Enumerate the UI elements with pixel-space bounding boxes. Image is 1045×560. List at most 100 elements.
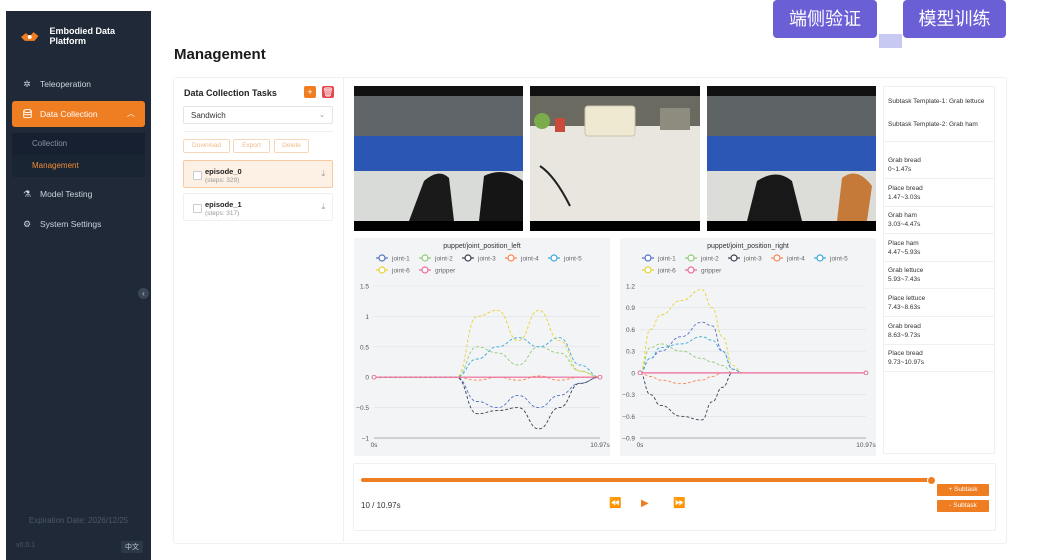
data-point	[863, 370, 869, 376]
delete-task-button[interactable]: 🗑	[322, 86, 334, 98]
subtask-segment-name: Place lettuce	[888, 295, 926, 302]
remove-subtask-button[interactable]: - Subtask	[937, 500, 989, 512]
submenu-data-collection: Collection Management	[12, 133, 145, 177]
subtask-template[interactable]: Subtask Template-1: Grab lettuce	[888, 97, 988, 106]
sidebar-subitem-collection[interactable]: Collection	[12, 133, 145, 155]
brand-name: Embodied Data Platform	[49, 26, 115, 46]
y-tick-label: −0.3	[622, 392, 635, 399]
y-tick-label: 0	[631, 370, 635, 377]
legend-label[interactable]: joint-2	[434, 256, 453, 263]
progress-bar[interactable]	[361, 478, 931, 482]
subtask-segment[interactable]: Place ham 4.47~5.93s	[888, 239, 920, 257]
teleoperation-icon: ✲	[23, 78, 31, 89]
y-tick-label: −0.6	[622, 414, 635, 421]
subtask-divider	[884, 371, 994, 373]
subtask-segment[interactable]: Place lettuce 7.43~8.63s	[888, 294, 925, 312]
sidebar-subitem-management[interactable]: Management	[12, 155, 145, 177]
y-tick-label: −0.5	[356, 405, 369, 412]
delete-button[interactable]: Delete	[274, 139, 309, 153]
download-icon[interactable]: ⤓	[321, 202, 325, 212]
brand[interactable]: Embodied Data Platform	[6, 11, 151, 61]
subtask-segment[interactable]: Grab bread 8.63~9.73s	[888, 322, 921, 340]
subtask-segment[interactable]: Grab lettuce 5.93~7.43s	[888, 266, 923, 284]
legend-label[interactable]: joint-1	[657, 256, 676, 263]
add-subtask-button[interactable]: + Subtask	[937, 484, 989, 496]
legend-label[interactable]: joint-6	[657, 268, 676, 275]
progress-handle[interactable]	[927, 476, 936, 485]
task-select-value: Sandwich	[191, 111, 226, 120]
export-button[interactable]: Export	[233, 139, 270, 153]
subtask-divider	[884, 205, 994, 207]
series-line-joint-5	[374, 337, 601, 378]
subtask-divider	[884, 343, 994, 345]
series-line-joint-2	[639, 343, 866, 374]
legend-label[interactable]: gripper	[435, 268, 456, 275]
download-button[interactable]: Download	[183, 139, 230, 153]
add-task-button[interactable]: +	[304, 86, 316, 98]
fast-forward-icon[interactable]: ⏩	[673, 498, 685, 509]
legend-label[interactable]: joint-4	[520, 256, 539, 263]
x-tick-label: 10.97s	[590, 442, 610, 449]
legend-label[interactable]: joint-3	[477, 256, 496, 263]
chart-svg: puppet/joint_position_right joint-1 joint-…	[622, 243, 876, 449]
sidebar-item-model-testing[interactable]: ⚗ Model Testing	[12, 181, 145, 207]
edge-verification-button[interactable]: 端侧验证	[773, 0, 877, 38]
subtask-divider	[884, 178, 994, 179]
sidebar-item-teleoperation[interactable]: ✲ Teleoperation	[12, 71, 145, 97]
plus-icon: +	[307, 87, 313, 97]
subtask-segment[interactable]: Place bread 1.47~3.03s	[888, 184, 923, 202]
rewind-icon[interactable]: ⏪	[609, 498, 621, 509]
list-item[interactable]: episode_0 (steps: 329) ⤓	[183, 160, 333, 188]
collapse-sidebar-button[interactable]: ‹	[138, 288, 149, 299]
subtask-segment[interactable]: Place bread 9.73~10.97s	[888, 349, 924, 367]
sidebar-item-system-settings[interactable]: ⚙ System Settings	[12, 211, 145, 237]
subtask-segment-range: 3.03~4.47s	[888, 221, 921, 229]
list-item[interactable]: episode_1 (steps: 317) ⤓	[183, 193, 333, 221]
page-title: Management	[174, 46, 266, 63]
chevron-up-icon: ︿	[127, 109, 135, 118]
x-tick-label: 10.97s	[856, 442, 876, 449]
legend-marker	[644, 254, 652, 262]
subtask-segment[interactable]: Grab ham 3.03~4.47s	[888, 211, 920, 229]
camera-frame-left	[354, 86, 523, 231]
play-icon[interactable]: ▶	[641, 498, 649, 509]
subtask-segment-range: 1.47~3.03s	[888, 193, 921, 201]
y-tick-label: 0.6	[626, 327, 635, 334]
subtask-segment-range: 5.93~7.43s	[888, 276, 921, 284]
subtask-divider	[884, 141, 994, 142]
episode-name: episode_1	[205, 200, 242, 209]
episode-checkbox[interactable]	[193, 204, 202, 213]
subtask-segment-range: 9.73~10.97s	[888, 359, 924, 367]
data-point	[597, 374, 603, 380]
logo-icon	[20, 32, 39, 41]
model-training-button[interactable]: 模型训练	[903, 0, 1006, 38]
subtask-template[interactable]: Subtask Template-2: Grab ham	[888, 120, 988, 129]
legend-label[interactable]: joint-6	[391, 268, 410, 275]
legend-label[interactable]: joint-5	[563, 256, 582, 263]
language-toggle[interactable]: 中文	[121, 541, 143, 553]
camera-frame-center	[530, 86, 700, 231]
legend-label[interactable]: gripper	[701, 268, 722, 275]
chart-right: puppet/joint_position_right joint-1 joint-…	[620, 238, 876, 456]
player-panel	[353, 463, 996, 531]
sidebar-item-label: Model Testing	[40, 189, 93, 199]
subtask-segment[interactable]: Grab bread 0~1.47s	[888, 156, 921, 174]
subtask-segment-range: 4.47~5.93s	[888, 248, 921, 256]
sidebar: Embodied Data Platform ✲ Teleoperation D…	[6, 11, 151, 560]
series-line-joint-2	[374, 346, 601, 378]
episode-checkbox[interactable]	[193, 171, 202, 180]
chart-svg: puppet/joint_position_left joint-1 joint-2…	[356, 243, 610, 449]
task-select[interactable]: Sandwich ⌄	[183, 106, 333, 124]
legend-label[interactable]: joint-3	[743, 256, 762, 263]
y-tick-label: 0.9	[626, 305, 635, 312]
sidebar-item-label: Data Collection	[40, 109, 98, 119]
legend-label[interactable]: joint-4	[786, 256, 805, 263]
download-icon[interactable]: ⤓	[321, 169, 325, 179]
panel-divider	[343, 77, 344, 542]
sidebar-item-data-collection[interactable]: Data Collection ︿	[12, 101, 145, 127]
x-tick-label: 0s	[637, 442, 645, 449]
legend-label[interactable]: joint-2	[700, 256, 719, 263]
legend-label[interactable]: joint-1	[391, 256, 410, 263]
series-line-joint-5	[639, 336, 866, 374]
legend-label[interactable]: joint-5	[829, 256, 848, 263]
